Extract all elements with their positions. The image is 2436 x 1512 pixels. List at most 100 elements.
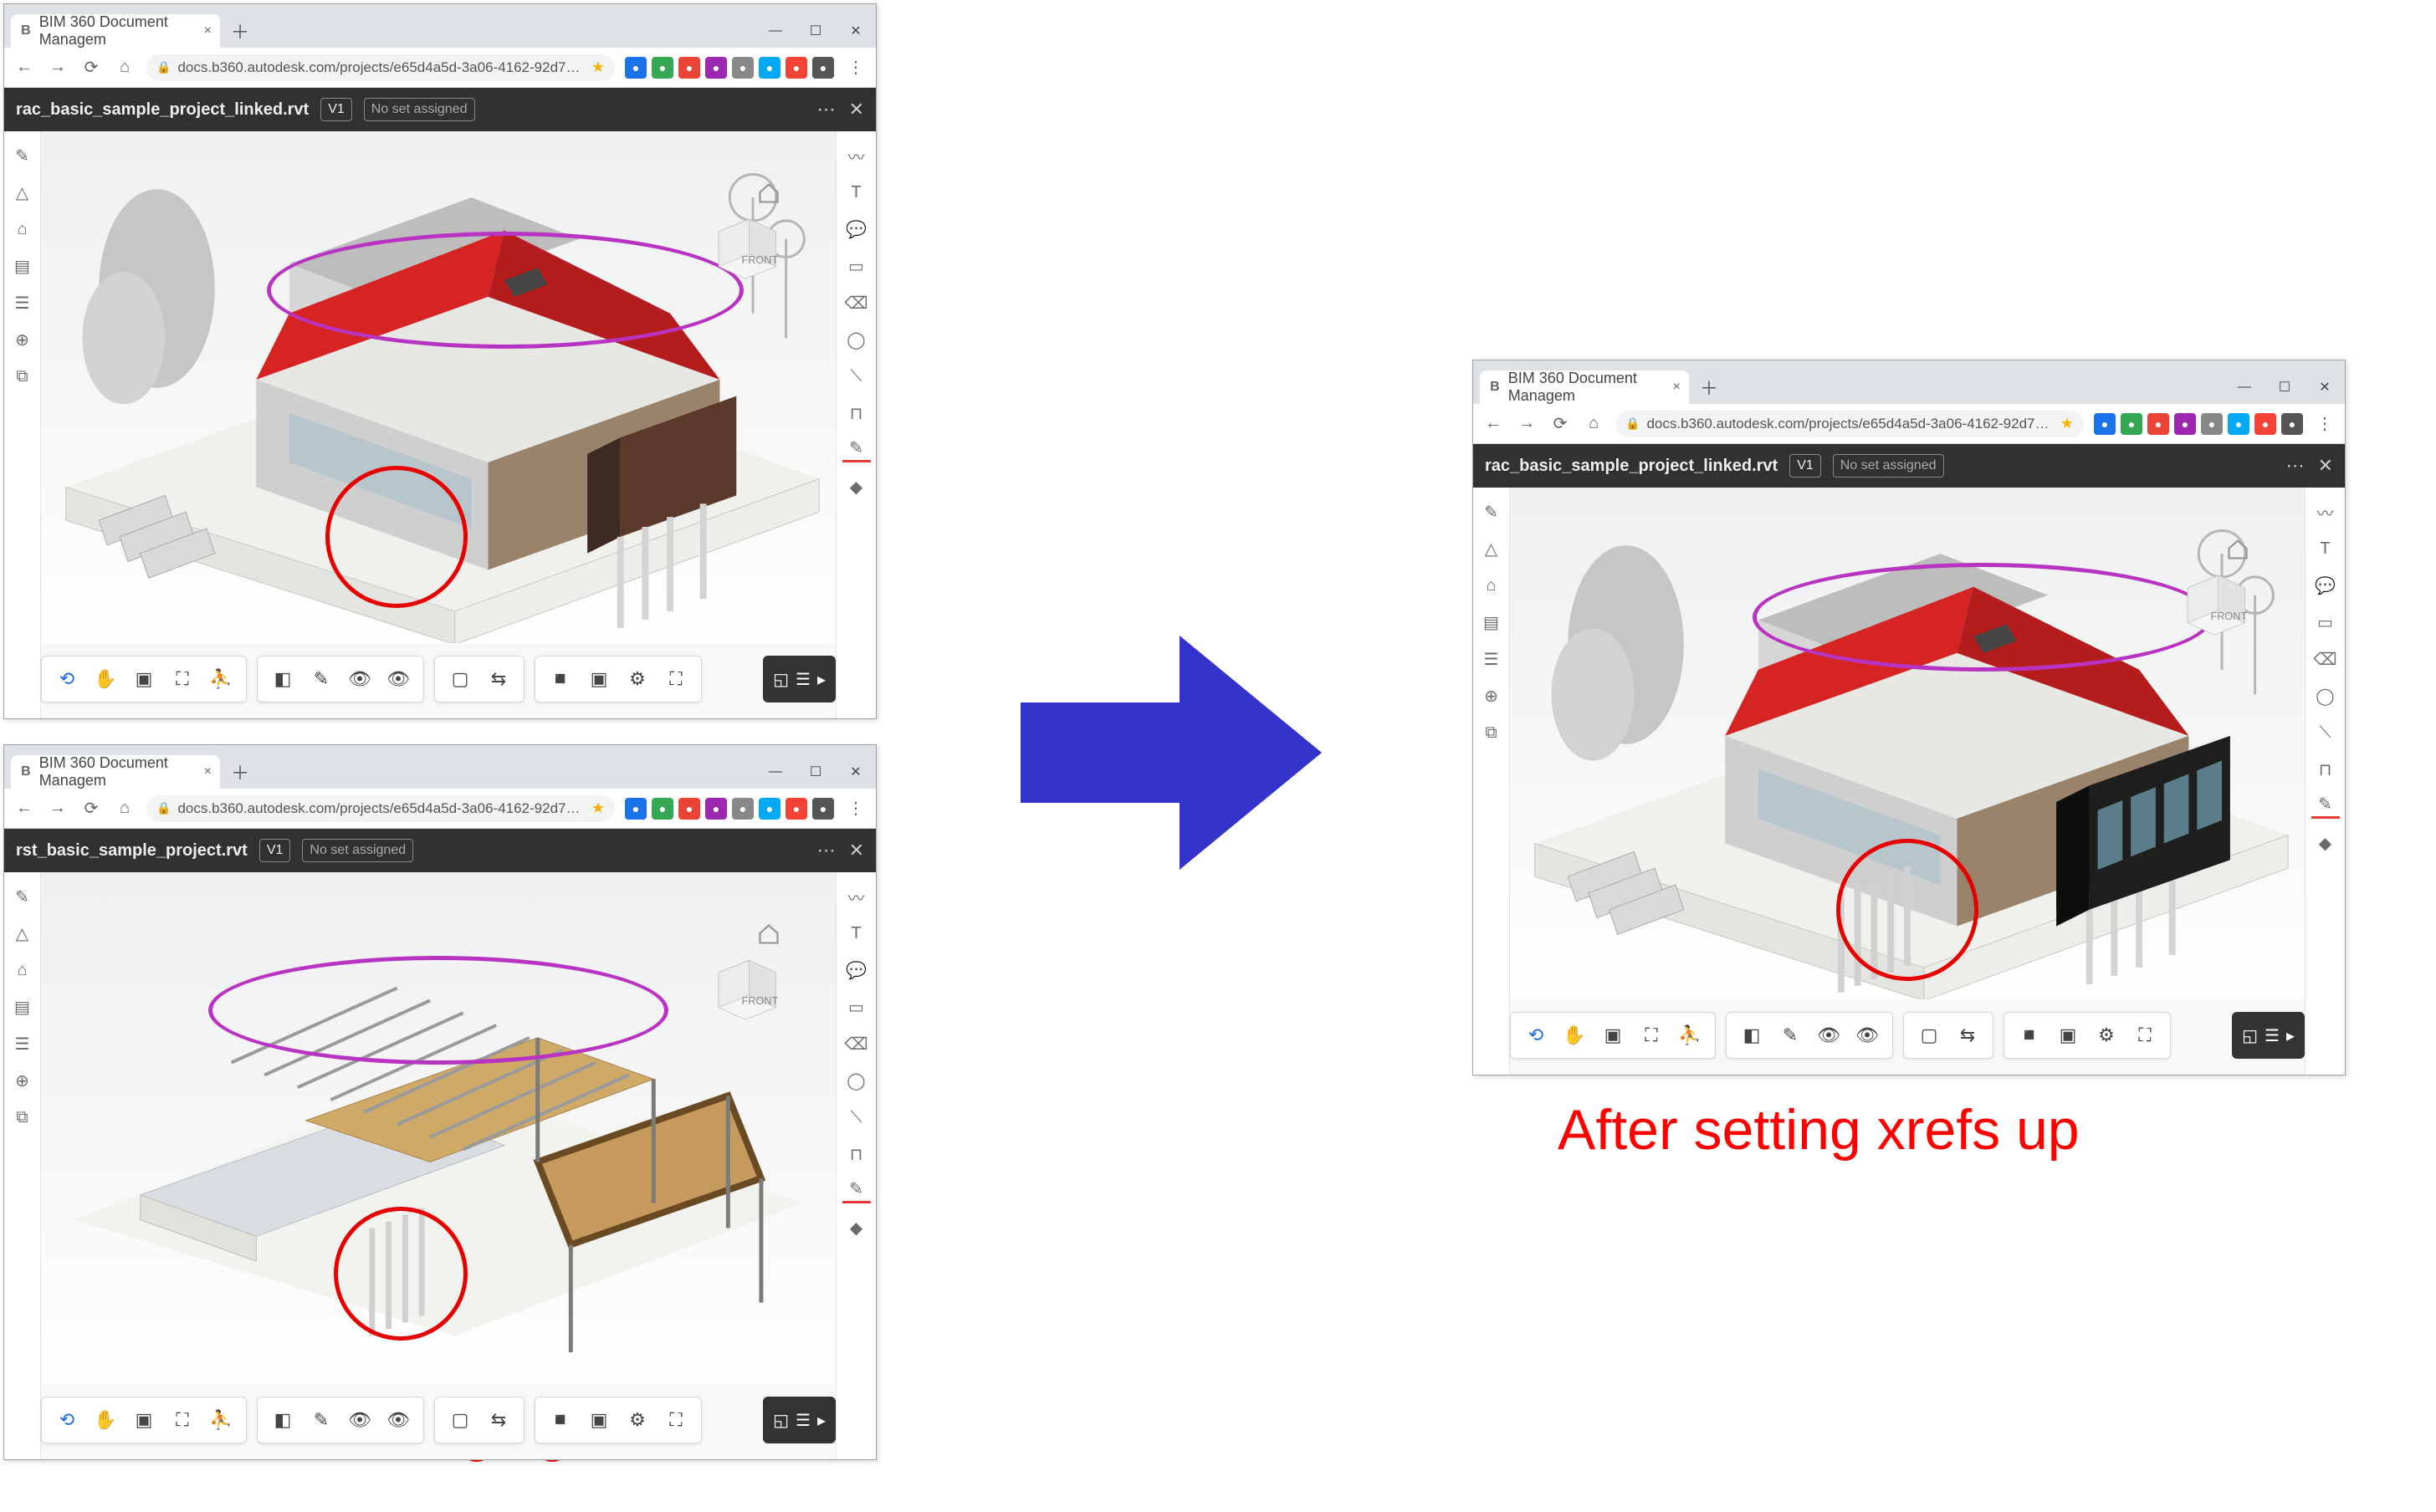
set-badge[interactable]: No set assigned <box>1833 454 1944 478</box>
header-close-icon[interactable]: ✕ <box>849 99 864 120</box>
browser-tab[interactable]: B BIM 360 Document Managem × <box>11 14 220 48</box>
view-toggle[interactable]: ◱☰▸ <box>763 1397 836 1443</box>
left-tool-icon[interactable]: ⌂ <box>12 218 33 240</box>
toolbar-button[interactable]: ⟲ <box>50 1403 84 1437</box>
toolbar-button[interactable]: 👁 <box>343 1403 376 1437</box>
markup-tool-icon[interactable]: ▭ <box>844 253 869 278</box>
markup-tool-icon[interactable]: ▭ <box>2313 610 2338 635</box>
left-tool-icon[interactable]: ⊕ <box>12 329 33 350</box>
set-badge[interactable]: No set assigned <box>302 839 413 862</box>
toolbar-button[interactable]: ⛶ <box>2128 1019 2162 1052</box>
left-tool-icon[interactable]: ⧉ <box>1481 722 1502 743</box>
toolbar-button[interactable]: ⟲ <box>1519 1019 1553 1052</box>
toolbar-button[interactable]: ⛹ <box>1673 1019 1707 1052</box>
extension-icon[interactable]: ● <box>786 798 807 820</box>
window-maximize-button[interactable]: ☐ <box>796 755 836 789</box>
toolbar-button[interactable]: ✎ <box>1773 1019 1807 1052</box>
browser-menu-icon[interactable]: ⋮ <box>2313 412 2336 436</box>
extension-icon[interactable]: ● <box>625 57 647 79</box>
toolbar-button[interactable]: ⇆ <box>482 1403 515 1437</box>
viewcube[interactable]: FRONT <box>2172 561 2256 645</box>
left-tool-icon[interactable]: ☰ <box>12 292 33 314</box>
left-tool-icon[interactable]: ✎ <box>1481 501 1502 523</box>
toolbar-button[interactable]: ▣ <box>582 662 616 696</box>
header-more-icon[interactable]: ⋯ <box>2286 455 2305 477</box>
extension-icon[interactable]: ● <box>2281 413 2303 435</box>
toolbar-button[interactable]: ⛶ <box>659 662 693 696</box>
markup-tool-icon[interactable]: T <box>2313 536 2338 561</box>
view-toggle[interactable]: ◱☰▸ <box>763 656 836 702</box>
markup-tool-icon[interactable]: ⟍ <box>2313 720 2338 745</box>
viewcube[interactable]: FRONT <box>704 205 787 289</box>
window-minimize-button[interactable]: ― <box>755 755 796 789</box>
markup-tool-icon[interactable]: ⊓ <box>2313 757 2338 782</box>
toolbar-button[interactable]: ◾ <box>2013 1019 2046 1052</box>
tab-close-icon[interactable]: × <box>204 764 212 779</box>
extension-icon[interactable]: ● <box>759 57 780 79</box>
markup-tool-icon[interactable]: ◆ <box>844 474 869 499</box>
left-tool-icon[interactable]: ☰ <box>12 1033 33 1055</box>
left-tool-icon[interactable]: ▤ <box>12 255 33 277</box>
model-canvas[interactable]: FRONT <box>41 131 836 643</box>
markup-tool-icon[interactable]: ◯ <box>844 1068 869 1093</box>
left-tool-icon[interactable]: ⧉ <box>12 1106 33 1128</box>
extension-icon[interactable]: ● <box>732 798 754 820</box>
toolbar-button[interactable]: ✋ <box>1558 1019 1591 1052</box>
extension-icon[interactable]: ● <box>652 57 673 79</box>
nav-back-icon[interactable]: ← <box>13 797 36 820</box>
markup-tool-icon[interactable]: ⊓ <box>844 401 869 426</box>
tab-close-icon[interactable]: × <box>1673 380 1681 395</box>
window-maximize-button[interactable]: ☐ <box>796 14 836 48</box>
extension-icon[interactable]: ● <box>759 798 780 820</box>
markup-tool-icon[interactable]: T <box>844 921 869 946</box>
nav-reload-icon[interactable]: ⟳ <box>79 56 103 79</box>
nav-forward-icon[interactable]: → <box>1515 412 1538 436</box>
extension-icon[interactable]: ● <box>2228 413 2249 435</box>
new-tab-button[interactable]: ＋ <box>227 18 253 44</box>
markup-tool-icon[interactable]: 💬 <box>844 217 869 242</box>
markup-tool-icon[interactable]: ✎ <box>842 437 871 462</box>
nav-reload-icon[interactable]: ⟳ <box>79 797 103 820</box>
left-tool-icon[interactable]: ⊕ <box>12 1070 33 1091</box>
viewcube[interactable]: FRONT <box>704 946 787 1029</box>
left-tool-icon[interactable]: ✎ <box>12 886 33 907</box>
extension-icon[interactable]: ● <box>2174 413 2196 435</box>
toolbar-button[interactable]: 👁 <box>381 1403 415 1437</box>
markup-tool-icon[interactable]: 〰 <box>844 884 869 909</box>
browser-tab[interactable]: B BIM 360 Document Managem × <box>1480 370 1689 404</box>
extension-icon[interactable]: ● <box>625 798 647 820</box>
toolbar-button[interactable]: ◧ <box>1735 1019 1768 1052</box>
toolbar-button[interactable]: ⛹ <box>204 1403 238 1437</box>
tab-close-icon[interactable]: × <box>204 23 212 38</box>
toolbar-button[interactable]: ⟲ <box>50 662 84 696</box>
header-more-icon[interactable]: ⋯ <box>817 840 836 861</box>
left-tool-icon[interactable]: △ <box>12 922 33 944</box>
toolbar-button[interactable]: ⛶ <box>166 662 199 696</box>
extension-icon[interactable]: ● <box>705 57 727 79</box>
extension-icon[interactable]: ● <box>705 798 727 820</box>
toolbar-button[interactable]: ⛶ <box>1635 1019 1668 1052</box>
toolbar-button[interactable]: ▣ <box>127 662 161 696</box>
url-field[interactable]: 🔒 docs.b360.autodesk.com/projects/e65d4a… <box>146 795 615 822</box>
toolbar-button[interactable]: ▢ <box>1912 1019 1946 1052</box>
toolbar-button[interactable]: ▣ <box>1596 1019 1630 1052</box>
extension-icon[interactable]: ● <box>652 798 673 820</box>
extension-icon[interactable]: ● <box>786 57 807 79</box>
nav-home-icon[interactable]: ⌂ <box>113 797 136 820</box>
toolbar-button[interactable]: ◧ <box>266 1403 299 1437</box>
extension-icon[interactable]: ● <box>2121 413 2142 435</box>
extension-icon[interactable]: ● <box>2254 413 2276 435</box>
header-close-icon[interactable]: ✕ <box>2318 455 2333 477</box>
toolbar-button[interactable]: ✋ <box>89 1403 122 1437</box>
set-badge[interactable]: No set assigned <box>364 98 475 121</box>
toolbar-button[interactable]: ✎ <box>304 1403 338 1437</box>
toolbar-button[interactable]: ▢ <box>443 662 477 696</box>
markup-tool-icon[interactable]: ◯ <box>844 327 869 352</box>
model-canvas[interactable]: FRONT <box>41 872 836 1384</box>
home-view-icon[interactable] <box>757 181 780 205</box>
left-tool-icon[interactable]: △ <box>12 181 33 203</box>
markup-tool-icon[interactable]: ⊓ <box>844 1142 869 1167</box>
nav-forward-icon[interactable]: → <box>46 56 69 79</box>
left-tool-icon[interactable]: ⧉ <box>12 365 33 387</box>
window-close-button[interactable]: ✕ <box>836 14 876 48</box>
